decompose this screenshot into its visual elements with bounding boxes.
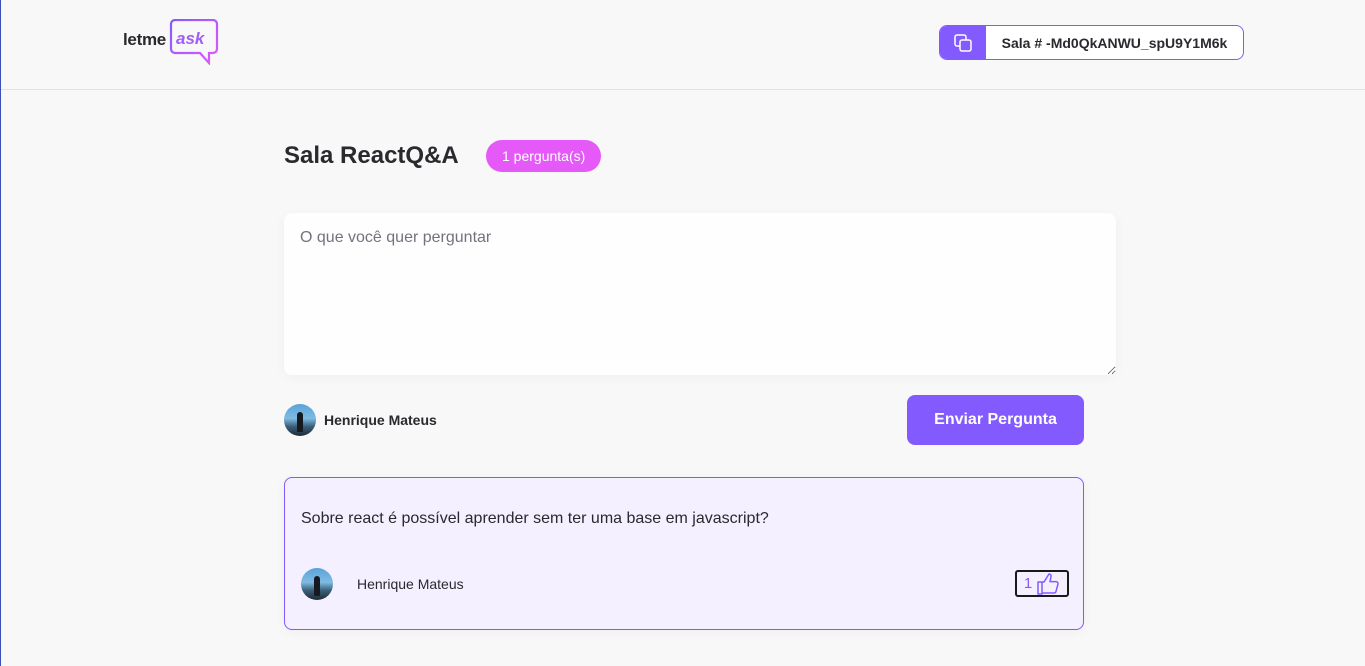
thumbs-up-icon bbox=[1037, 572, 1059, 595]
copy-icon bbox=[940, 26, 986, 59]
logo-letme-text: letme bbox=[123, 30, 166, 49]
question-content: Sobre react é possível aprender sem ter … bbox=[301, 510, 769, 527]
copy-room-code-button[interactable]: Sala # -Md0QkANWU_spU9Y1M6k bbox=[939, 25, 1244, 60]
question-count-badge: 1 pergunta(s) bbox=[486, 140, 602, 172]
question-textarea[interactable] bbox=[284, 213, 1116, 375]
send-question-button[interactable]: Enviar Pergunta bbox=[907, 395, 1084, 445]
room-code-text: Sala # -Md0QkANWU_spU9Y1M6k bbox=[1001, 34, 1228, 51]
page-header: letme ask Sala # -Md0QkANWU_spU9Y1M6k bbox=[1, 0, 1365, 90]
avatar bbox=[301, 568, 333, 600]
question-author-name: Henrique Mateus bbox=[357, 576, 464, 592]
like-count: 1 bbox=[1023, 575, 1033, 592]
like-button[interactable]: 1 bbox=[1015, 570, 1069, 597]
logo-ask-text: ask bbox=[176, 29, 205, 48]
room-title: Sala ReactQ&A bbox=[284, 142, 459, 169]
current-user-name: Henrique Mateus bbox=[324, 412, 437, 428]
question-card: Sobre react é possível aprender sem ter … bbox=[284, 477, 1084, 630]
avatar bbox=[284, 404, 316, 436]
current-user-info: Henrique Mateus bbox=[284, 404, 437, 436]
question-author: Henrique Mateus bbox=[301, 568, 464, 600]
letmeask-logo: letme ask bbox=[123, 18, 219, 66]
